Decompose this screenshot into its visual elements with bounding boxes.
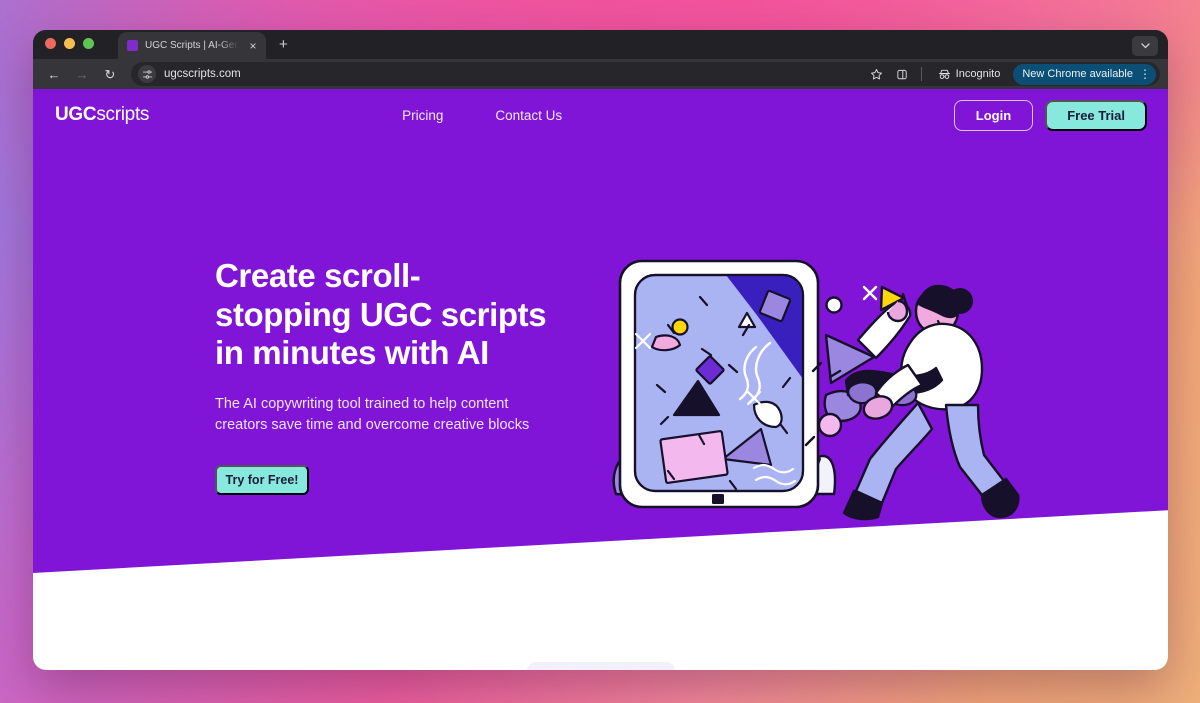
tab-list-chevron-down-icon[interactable]: [1132, 36, 1158, 56]
chrome-update-label: New Chrome available: [1022, 68, 1133, 80]
page-title: Create scroll- stopping UGC scripts in m…: [215, 257, 605, 373]
site-logo[interactable]: UGCscripts: [55, 104, 149, 126]
star-icon[interactable]: [866, 63, 888, 85]
browser-menu-button[interactable]: ⋮: [1139, 68, 1151, 80]
new-tab-button[interactable]: +: [279, 37, 288, 52]
back-button[interactable]: ←: [43, 63, 65, 85]
headline-line-3: in minutes with AI: [215, 334, 489, 372]
minimize-window-button[interactable]: [64, 38, 75, 49]
site-header: UGCscripts Pricing Contact Us Login Free…: [33, 89, 1168, 141]
browser-toolbar: ← → ↻ ugcscripts.com Incognito New Chrom…: [33, 59, 1168, 89]
headline-line-2: stopping UGC scripts: [215, 295, 547, 333]
hero-subheadline: The AI copywriting tool trained to help …: [215, 395, 530, 433]
window-traffic-lights: [45, 30, 94, 59]
tab-strip: UGC Scripts | AI-Generated U × +: [33, 30, 1168, 59]
incognito-icon: [938, 69, 950, 79]
tab-favicon-icon: [127, 40, 138, 51]
tune-icon[interactable]: [138, 65, 156, 83]
person-illustration: [842, 284, 1020, 521]
header-actions: Login Free Trial: [953, 99, 1147, 131]
nav-link-pricing[interactable]: Pricing: [402, 108, 443, 123]
below-fold-card-peek: [526, 662, 675, 670]
tab-title: UGC Scripts | AI-Generated U: [145, 40, 239, 51]
logo-bold-text: UGC: [55, 104, 97, 125]
omnibox-actions: Incognito New Chrome available ⋮: [866, 62, 1156, 86]
split-tab-icon[interactable]: [892, 63, 914, 85]
incognito-indicator[interactable]: Incognito: [928, 63, 1010, 85]
chrome-update-pill[interactable]: New Chrome available ⋮: [1013, 63, 1156, 85]
close-tab-icon[interactable]: ×: [246, 40, 260, 52]
login-button[interactable]: Login: [953, 99, 1034, 131]
hero-illustration: [578, 239, 1038, 539]
address-bar[interactable]: ugcscripts.com Incognito New Chrome avai…: [131, 62, 1160, 86]
browser-tab[interactable]: UGC Scripts | AI-Generated U ×: [118, 32, 266, 59]
close-window-button[interactable]: [45, 38, 56, 49]
page-viewport: UGCscripts Pricing Contact Us Login Free…: [33, 89, 1168, 670]
url-text: ugcscripts.com: [164, 68, 241, 80]
browser-window: UGC Scripts | AI-Generated U × + ← → ↻ u…: [33, 30, 1168, 670]
forward-button[interactable]: →: [71, 63, 93, 85]
hero-copy: Create scroll- stopping UGC scripts in m…: [215, 257, 605, 495]
headline-line-1: Create scroll-: [215, 257, 421, 294]
try-for-free-button[interactable]: Try for Free!: [215, 464, 309, 495]
incognito-label: Incognito: [955, 68, 1001, 80]
free-trial-button[interactable]: Free Trial: [1045, 99, 1147, 131]
primary-nav: Pricing Contact Us: [402, 108, 562, 123]
toolbar-divider: [920, 67, 922, 81]
maximize-window-button[interactable]: [83, 38, 94, 49]
nav-link-contact-us[interactable]: Contact Us: [495, 108, 562, 123]
reload-button[interactable]: ↻: [99, 63, 121, 85]
logo-light-text: scripts: [96, 104, 150, 125]
